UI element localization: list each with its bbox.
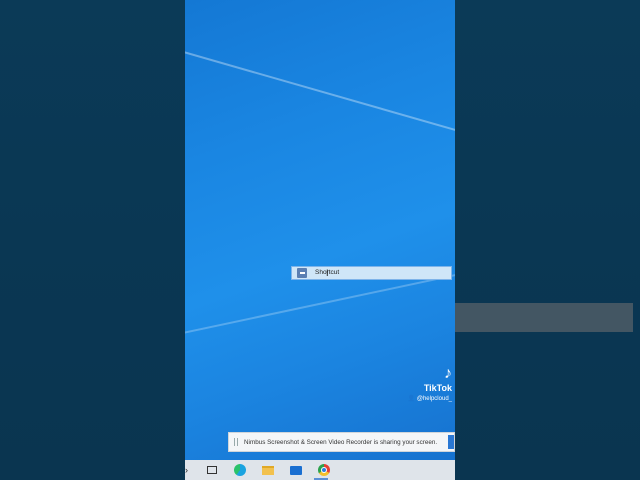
file-explorer-icon [262, 465, 274, 475]
chrome-icon [318, 464, 330, 476]
shortcut-name-input[interactable] [315, 268, 435, 278]
drag-handle-icon[interactable] [234, 438, 238, 446]
screen-sharing-notification: Nimbus Screenshot & Screen Video Recorde… [228, 432, 455, 452]
mail-button[interactable] [287, 461, 305, 479]
tiktok-username: 👤 @helpcloud_ [407, 396, 452, 402]
chrome-button[interactable] [315, 461, 333, 479]
edge-button[interactable] [231, 461, 249, 479]
tiktok-name: TikTok [423, 383, 452, 393]
shortcut-rename-box[interactable] [291, 266, 452, 280]
taskbar: › [185, 460, 455, 480]
mail-icon [290, 465, 302, 475]
sharing-message: Nimbus Screenshot & Screen Video Recorde… [244, 438, 438, 446]
chevron-right-icon[interactable]: › [185, 465, 191, 475]
tiktok-watermark: ♪ TikTok 👤 @helpcloud_ [400, 365, 452, 404]
text-cursor-icon: I [326, 268, 329, 278]
edge-icon [234, 464, 246, 476]
stop-sharing-button[interactable] [448, 435, 454, 449]
task-view-button[interactable] [203, 461, 221, 479]
left-background-panel [0, 0, 185, 480]
task-view-icon [207, 466, 217, 474]
tiktok-logo-icon: ♪ [444, 365, 452, 382]
right-background-panel [455, 0, 640, 480]
right-background-bar [455, 303, 633, 332]
file-explorer-button[interactable] [259, 461, 277, 479]
wallpaper-light-beam [185, 40, 455, 142]
shortcut-icon [297, 268, 307, 278]
